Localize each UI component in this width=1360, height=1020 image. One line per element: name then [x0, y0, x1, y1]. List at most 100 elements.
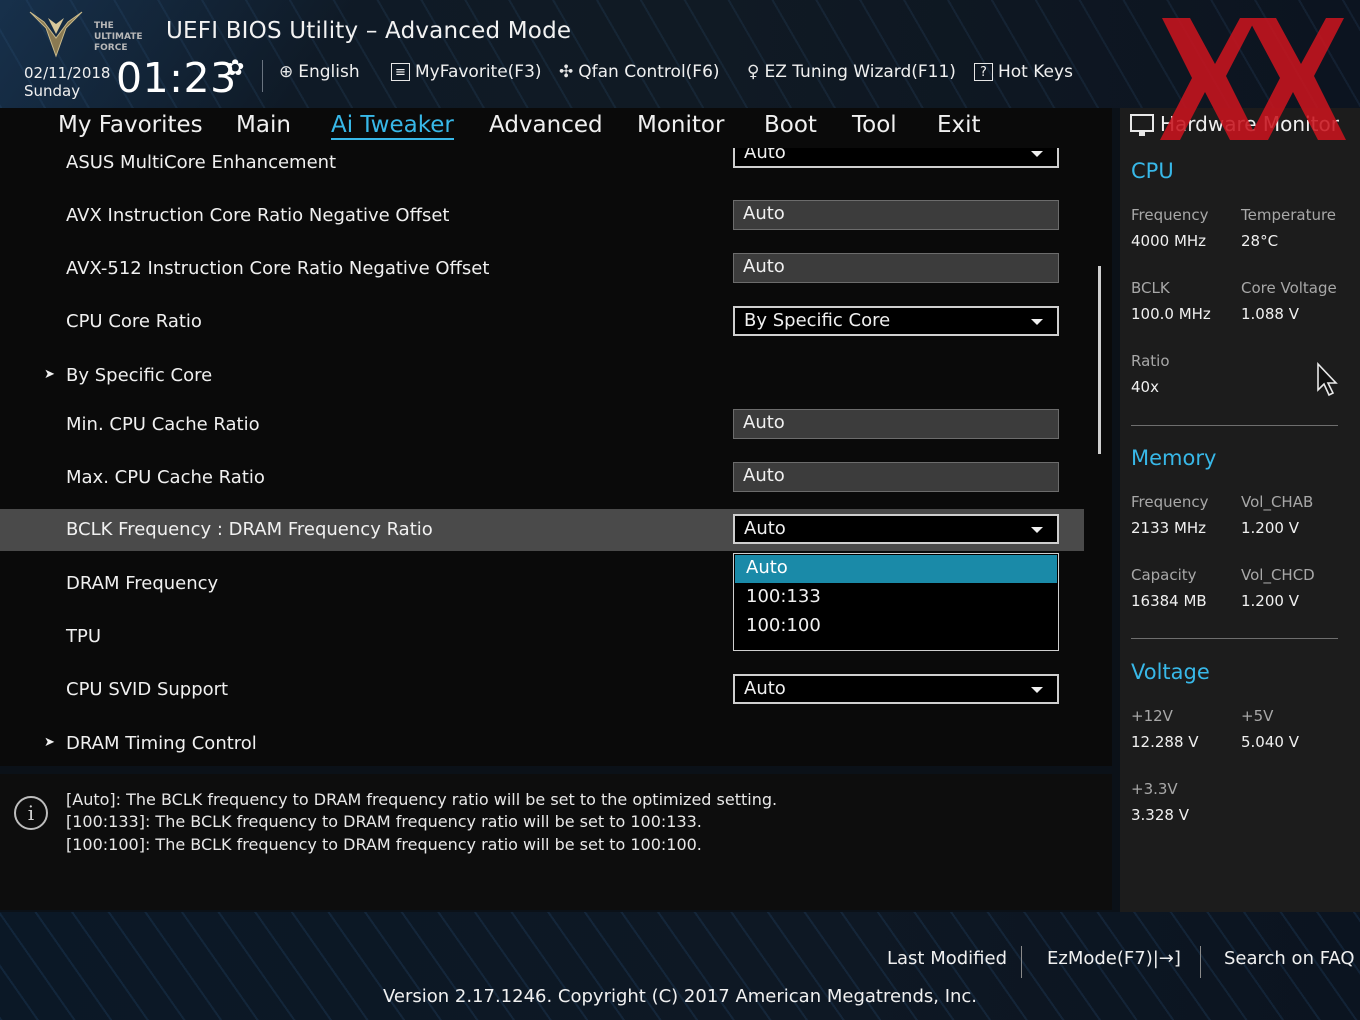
ez-tuning-wizard-button[interactable]: ♀ EZ Tuning Wizard(F11) [747, 62, 956, 82]
tab-advanced[interactable]: Advanced [489, 112, 603, 138]
xx-watermark-logo [1160, 18, 1346, 140]
logo-text-ultimate: ULTIMATE [94, 32, 143, 42]
caret-down-icon [1031, 527, 1043, 533]
core-voltage-label: Core Voltage [1241, 279, 1337, 297]
min-cache-ratio-field[interactable]: Auto [733, 409, 1059, 439]
logo-text-force: FORCE [94, 43, 127, 53]
tab-exit[interactable]: Exit [937, 112, 981, 138]
section-divider [1131, 638, 1338, 639]
last-modified-button[interactable]: Last Modified [887, 948, 1007, 969]
tab-ai-tweaker[interactable]: Ai Tweaker [331, 112, 454, 140]
multicore-dropdown[interactable]: Auto [733, 148, 1059, 168]
footer-divider [1200, 946, 1201, 978]
hot-keys-label: Hot Keys [998, 62, 1073, 82]
vol-chab-label: Vol_CHAB [1241, 493, 1314, 511]
cpu-frequency-value: 4000 MHz [1131, 232, 1207, 250]
bclk-value: 100.0 MHz [1131, 305, 1211, 323]
submenu-by-specific-core[interactable]: ➤ By Specific Core [0, 355, 1084, 397]
cpu-core-ratio-dropdown[interactable]: By Specific Core [733, 306, 1059, 336]
v12-value: 12.288 V [1131, 733, 1199, 751]
avx512-offset-field[interactable]: Auto [733, 253, 1059, 283]
settings-scrollbar[interactable] [1098, 266, 1101, 454]
v12-label: +12V [1131, 707, 1173, 725]
language-button[interactable]: ⊕ English [279, 62, 360, 82]
section-divider [1131, 425, 1338, 426]
cpu-temperature-label: Temperature [1241, 206, 1337, 224]
setting-row-avx-offset[interactable]: AVX Instruction Core Ratio Negative Offs… [0, 195, 1084, 237]
v33-label: +3.3V [1131, 780, 1178, 798]
dropdown-value: Auto [744, 148, 786, 163]
language-label: English [298, 62, 360, 82]
tab-monitor[interactable]: Monitor [637, 112, 724, 138]
option-auto[interactable]: Auto [735, 555, 1057, 583]
help-line-100-100: [100:100]: The BCLK frequency to DRAM fr… [66, 835, 702, 854]
setting-label: ASUS MultiCore Enhancement [66, 152, 337, 173]
memory-heading: Memory [1131, 446, 1217, 470]
myfavorite-label: MyFavorite(F3) [415, 62, 542, 82]
v5-label: +5V [1241, 707, 1274, 725]
memory-frequency-value: 2133 MHz [1131, 519, 1207, 537]
setting-row-avx512-offset[interactable]: AVX-512 Instruction Core Ratio Negative … [0, 248, 1084, 290]
core-voltage-value: 1.088 V [1241, 305, 1299, 323]
setting-label: AVX-512 Instruction Core Ratio Negative … [66, 258, 490, 279]
setting-row-cpu-core-ratio[interactable]: CPU Core Ratio By Specific Core [0, 301, 1084, 343]
main-menu-bar: My Favorites Main Ai Tweaker Advanced Mo… [0, 108, 1112, 148]
setting-label: AVX Instruction Core Ratio Negative Offs… [66, 205, 450, 226]
option-100-100[interactable]: 100:100 [735, 613, 1057, 641]
v5-value: 5.040 V [1241, 733, 1299, 751]
vol-chab-value: 1.200 V [1241, 519, 1299, 537]
tab-boot[interactable]: Boot [764, 112, 817, 138]
submenu-label: By Specific Core [66, 365, 213, 386]
setting-label: BCLK Frequency : DRAM Frequency Ratio [66, 519, 433, 540]
search-faq-button[interactable]: Search on FAQ [1224, 948, 1355, 969]
help-line-100-133: [100:133]: The BCLK frequency to DRAM fr… [66, 812, 702, 831]
header-bar: THE ULTIMATE FORCE UEFI BIOS Utility – A… [0, 0, 1360, 108]
max-cache-ratio-field[interactable]: Auto [733, 462, 1059, 492]
bclk-dram-ratio-dropdown[interactable]: Auto [733, 514, 1059, 544]
tab-my-favorites[interactable]: My Favorites [58, 112, 203, 138]
favorite-list-icon: ≡ [391, 63, 410, 81]
submenu-dram-timing-control[interactable]: ➤ DRAM Timing Control [0, 723, 1084, 765]
submenu-arrow-icon: ➤ [44, 367, 55, 382]
dropdown-value: Auto [744, 678, 786, 699]
cpu-svid-dropdown[interactable]: Auto [733, 674, 1059, 704]
capacity-label: Capacity [1131, 566, 1197, 584]
submenu-arrow-icon: ➤ [44, 735, 55, 750]
fan-icon: ✣ [559, 62, 574, 82]
option-100-133[interactable]: 100:133 [735, 584, 1057, 612]
ratio-label: Ratio [1131, 352, 1170, 370]
setting-row-multicore[interactable]: ASUS MultiCore Enhancement Auto [0, 148, 1084, 184]
help-panel: i [Auto]: The BCLK frequency to DRAM fre… [0, 774, 1112, 910]
tab-main[interactable]: Main [236, 112, 291, 138]
qfan-control-button[interactable]: ✣ Qfan Control(F6) [559, 62, 720, 82]
exit-arrow-icon: →] [1158, 948, 1181, 969]
caret-down-icon [1031, 687, 1043, 693]
setting-row-cpu-svid[interactable]: CPU SVID Support Auto [0, 669, 1084, 711]
setting-row-bclk-dram-ratio[interactable]: BCLK Frequency : DRAM Frequency Ratio Au… [0, 509, 1084, 551]
clock-settings-icon[interactable]: ✿ [226, 56, 244, 81]
field-value: Auto [743, 465, 785, 486]
info-icon: i [14, 796, 48, 830]
hot-keys-button[interactable]: ? Hot Keys [974, 62, 1073, 82]
capacity-value: 16384 MB [1131, 592, 1207, 610]
cpu-frequency-label: Frequency [1131, 206, 1209, 224]
bclk-label: BCLK [1131, 279, 1170, 297]
date-display: 02/11/2018 [24, 64, 111, 82]
setting-row-max-cache-ratio[interactable]: Max. CPU Cache Ratio Auto [0, 457, 1084, 499]
logo-text-the: THE [94, 21, 114, 31]
field-value: Auto [743, 412, 785, 433]
avx-offset-field[interactable]: Auto [733, 200, 1059, 230]
myfavorite-button[interactable]: ≡ MyFavorite(F3) [391, 62, 542, 82]
clock-display[interactable]: 01:23 [116, 54, 237, 102]
voltage-heading: Voltage [1131, 660, 1210, 684]
caret-down-icon [1031, 319, 1043, 325]
ezmode-button[interactable]: EzMode(F7)|→] [1047, 948, 1181, 969]
setting-row-min-cache-ratio[interactable]: Min. CPU Cache Ratio Auto [0, 404, 1084, 446]
footer-bar: Last Modified EzMode(F7)|→] Search on FA… [0, 912, 1360, 1020]
qfan-label: Qfan Control(F6) [578, 62, 720, 82]
memory-frequency-label: Frequency [1131, 493, 1209, 511]
monitor-icon [1130, 114, 1154, 136]
vol-chcd-label: Vol_CHCD [1241, 566, 1315, 584]
tab-tool[interactable]: Tool [852, 112, 897, 138]
field-value: Auto [743, 203, 785, 224]
